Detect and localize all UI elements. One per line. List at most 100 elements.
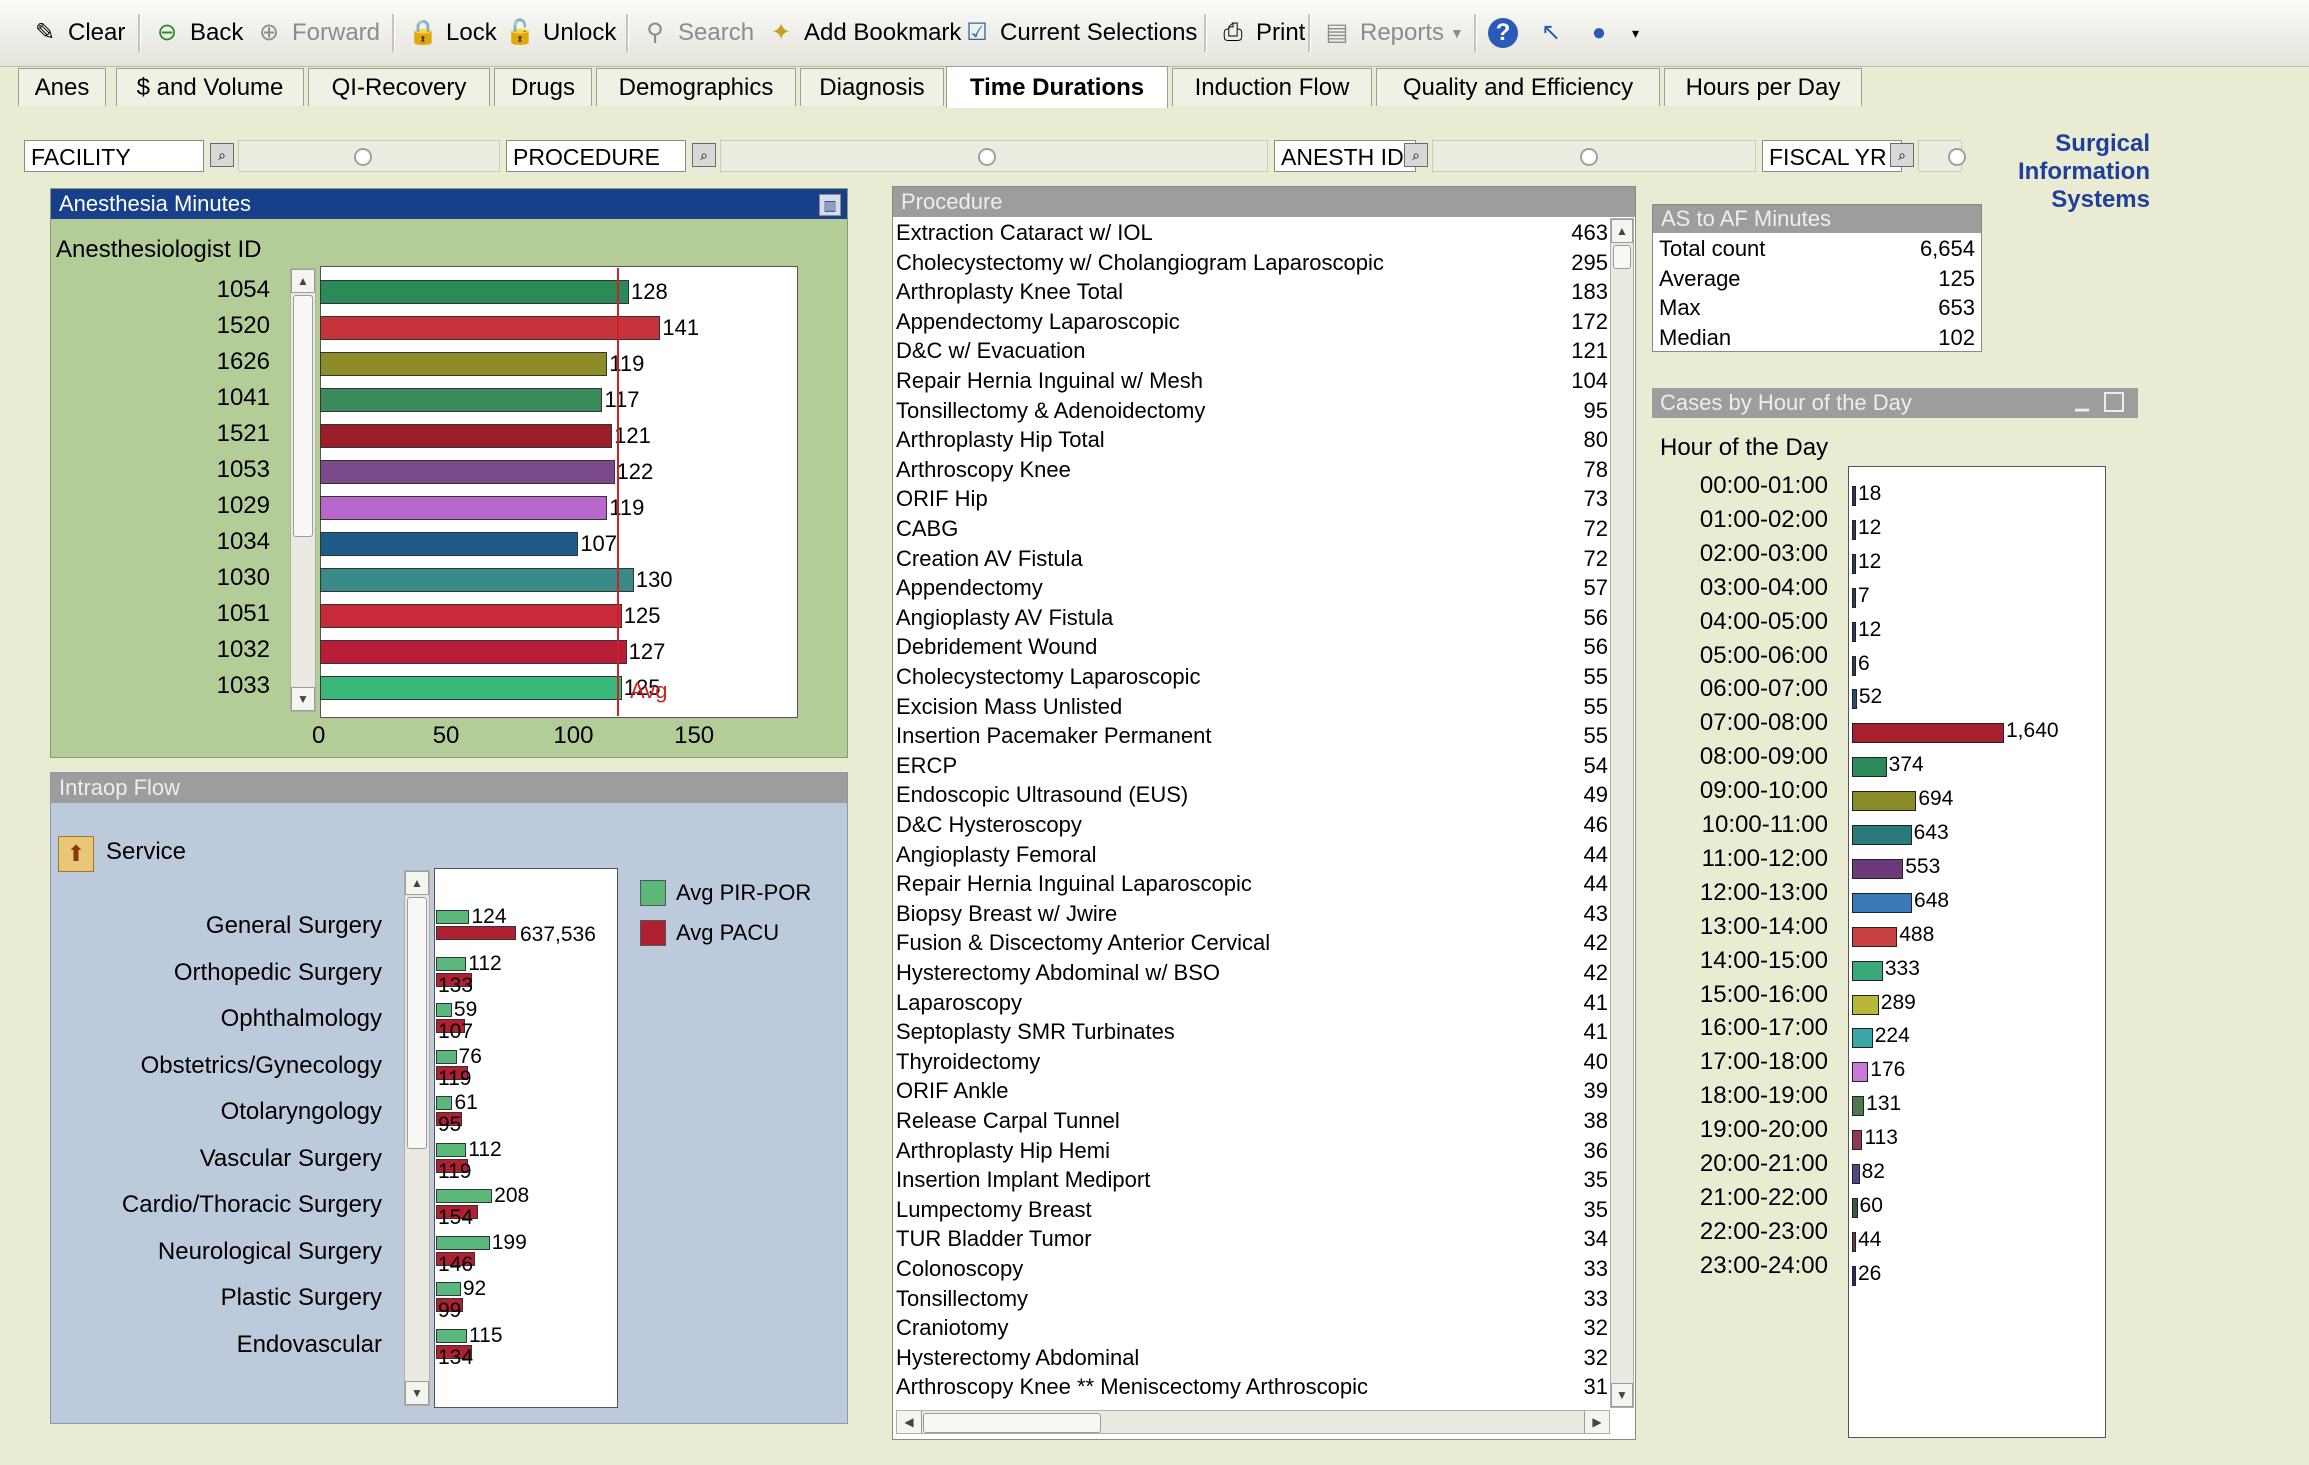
- context-help-button[interactable]: ↖: [1536, 12, 1574, 54]
- speech-bubble-icon: ●: [1591, 19, 1607, 46]
- intraop-bar-value: 146: [438, 1252, 474, 1276]
- toolbar-divider: [626, 14, 629, 52]
- tab-anes[interactable]: Anes: [18, 68, 106, 106]
- search-icon[interactable]: ⌕: [210, 143, 234, 167]
- scroll-left-icon[interactable]: ◀: [897, 1411, 922, 1433]
- tab-time-durations[interactable]: Time Durations: [946, 66, 1168, 108]
- procedure-count: 46: [1583, 812, 1608, 837]
- search-icon[interactable]: ⌕: [692, 143, 716, 167]
- hour-label: 17:00-18:00: [1699, 1048, 1828, 1076]
- list-item: Cholecystectomy w/ Cholangiogram Laparos…: [896, 248, 1608, 277]
- procedure-name: Cholecystectomy w/ Cholangiogram Laparos…: [896, 249, 1384, 275]
- scroll-up-icon[interactable]: ▲: [405, 871, 429, 895]
- hour-bar: [1852, 1096, 1865, 1117]
- tab-induction-flow[interactable]: Induction Flow: [1172, 68, 1372, 106]
- hour-bar: [1852, 994, 1879, 1015]
- service-label: Orthopedic Surgery: [173, 958, 382, 986]
- intraop-scrollbar[interactable]: ▲ ▼: [404, 870, 430, 1406]
- tab-hours-per-day[interactable]: Hours per Day: [1664, 68, 1862, 106]
- scroll-down-icon[interactable]: ▼: [291, 687, 315, 711]
- procedure-vscrollbar[interactable]: ▲ ▼: [1610, 218, 1634, 1408]
- cases-panel-title: Cases by Hour of the Day: [1652, 388, 2138, 418]
- radio-icon[interactable]: [1948, 148, 1966, 166]
- radio-icon[interactable]: [354, 148, 372, 166]
- search-button[interactable]: ⚲ Search: [640, 12, 754, 54]
- anesth-scrollbar[interactable]: ▲ ▼: [290, 268, 316, 712]
- anesth-id-listbox[interactable]: ANESTH ID ⌕: [1274, 140, 1756, 174]
- radio-icon[interactable]: [978, 148, 996, 166]
- procedure-hscrollbar[interactable]: ◀ ▶: [896, 1410, 1610, 1434]
- tab-diagnosis[interactable]: Diagnosis: [800, 68, 944, 106]
- clear-button[interactable]: ✎ Clear: [30, 12, 125, 54]
- hour-label: 06:00-07:00: [1699, 675, 1828, 703]
- hour-label: 05:00-06:00: [1699, 641, 1828, 669]
- tab-quality-efficiency[interactable]: Quality and Efficiency: [1376, 68, 1660, 106]
- procedure-name: Excision Mass Unlisted: [896, 693, 1123, 719]
- procedure-count: 41: [1583, 1019, 1608, 1045]
- back-button[interactable]: ⊖ Back: [152, 12, 243, 54]
- procedure-count: 35: [1583, 1167, 1608, 1193]
- arrow-up-icon: ⬆: [66, 841, 86, 866]
- facility-listbox[interactable]: FACILITY ⌕: [24, 140, 500, 174]
- unlock-button[interactable]: 🔓 Unlock: [505, 12, 616, 54]
- scroll-thumb[interactable]: [923, 1413, 1101, 1433]
- chart-type-icon[interactable]: ▥: [819, 194, 841, 216]
- list-item: Excision Mass Unlisted 55: [896, 692, 1608, 721]
- intraop-bar-value: 637,536: [520, 923, 596, 946]
- current-selections-button[interactable]: ☑ Current Selections: [962, 12, 1197, 54]
- scroll-thumb[interactable]: [293, 295, 313, 537]
- reports-button[interactable]: ▤ Reports ▼: [1322, 12, 1464, 54]
- add-bookmark-button[interactable]: ✦ Add Bookmark: [766, 12, 961, 54]
- chat-button[interactable]: ●: [1584, 12, 1622, 54]
- search-icon[interactable]: ⌕: [1890, 143, 1914, 167]
- procedure-name: D&C w/ Evacuation: [896, 338, 1086, 364]
- scroll-down-icon[interactable]: ▼: [1611, 1383, 1633, 1407]
- toolbar-overflow-button[interactable]: ▾: [1632, 12, 1639, 54]
- procedure-count: 43: [1583, 900, 1608, 926]
- scroll-thumb[interactable]: [407, 897, 427, 1149]
- procedure-count: 35: [1583, 1196, 1608, 1222]
- intraop-bar-value: 95: [438, 1113, 462, 1136]
- hour-bar: [1852, 1164, 1860, 1184]
- forward-button[interactable]: ⊕ Forward: [254, 12, 380, 54]
- tab-demographics[interactable]: Demographics: [596, 68, 796, 106]
- tab-qi-recovery[interactable]: QI-Recovery: [308, 68, 490, 106]
- search-icon[interactable]: ⌕: [1404, 143, 1428, 167]
- hour-bar: [1852, 858, 1904, 879]
- list-item: Insertion Implant Mediport 35: [896, 1165, 1608, 1194]
- help-button[interactable]: ?: [1488, 12, 1526, 54]
- tab-dollar-volume[interactable]: $ and Volume: [116, 68, 304, 106]
- procedure-count: 95: [1583, 397, 1608, 423]
- procedure-field[interactable]: PROCEDURE: [506, 140, 686, 172]
- scroll-up-icon[interactable]: ▲: [291, 269, 315, 293]
- lock-button[interactable]: 🔒 Lock: [408, 12, 497, 54]
- add-bookmark-label: Add Bookmark: [804, 19, 962, 46]
- stat-label: Max: [1659, 295, 1701, 320]
- list-item: Hysterectomy Abdominal w/ BSO 42: [896, 958, 1608, 987]
- scroll-thumb[interactable]: [1613, 245, 1631, 269]
- minimize-icon[interactable]: ▁: [2072, 392, 2092, 412]
- x-axis-tick-label: 150: [674, 722, 715, 749]
- fiscal-yr-listbox[interactable]: FISCAL YR ⌕: [1762, 140, 2002, 174]
- hour-label: 19:00-20:00: [1699, 1116, 1828, 1144]
- anesth-id-field[interactable]: ANESTH ID: [1274, 140, 1416, 172]
- scroll-down-icon[interactable]: ▼: [405, 1381, 429, 1405]
- list-item: Appendectomy 57: [896, 573, 1608, 602]
- scroll-right-icon[interactable]: ▶: [1584, 1411, 1609, 1433]
- maximize-icon[interactable]: [2104, 392, 2124, 412]
- drill-up-button[interactable]: ⬆: [58, 836, 94, 872]
- tab-drugs[interactable]: Drugs: [494, 68, 592, 106]
- facility-field[interactable]: FACILITY: [24, 140, 204, 172]
- fiscal-yr-field[interactable]: FISCAL YR: [1762, 140, 1902, 172]
- procedure-name: Hysterectomy Abdominal w/ BSO: [896, 960, 1221, 985]
- anesthesia-bar: [320, 604, 622, 628]
- list-item: Tonsillectomy 33: [896, 1284, 1608, 1313]
- procedure-listbox[interactable]: PROCEDURE ⌕: [506, 140, 1268, 174]
- scroll-up-icon[interactable]: ▲: [1611, 219, 1633, 243]
- intraop-bar-value: 199: [491, 1230, 527, 1254]
- stat-label: Median: [1659, 324, 1732, 350]
- list-item: Extraction Cataract w/ IOL 463: [896, 218, 1608, 247]
- intraop-bar: [436, 926, 516, 940]
- radio-icon[interactable]: [1580, 148, 1598, 166]
- print-button[interactable]: ⎙ Print: [1218, 12, 1305, 54]
